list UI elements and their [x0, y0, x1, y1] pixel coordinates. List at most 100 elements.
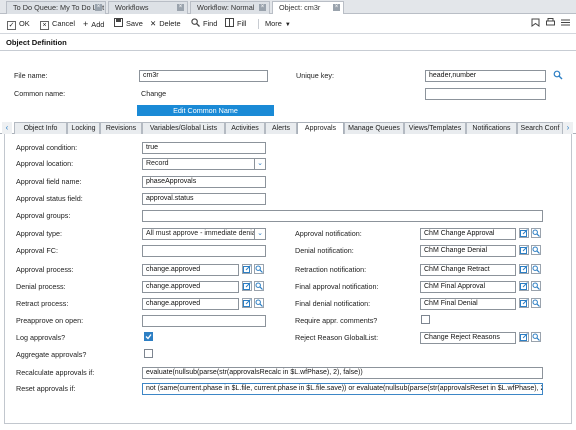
- approval-type-select[interactable]: All must approve - immediate denial ⌄: [142, 228, 266, 240]
- require-appr-comments-label: Require appr. comments?: [295, 316, 378, 325]
- more-button[interactable]: More ▼: [265, 18, 291, 30]
- edit-record-icon[interactable]: [519, 332, 529, 342]
- close-icon[interactable]: ×: [177, 4, 184, 11]
- tab-variables-global-lists[interactable]: Variables/Global Lists: [142, 122, 225, 134]
- find-button[interactable]: Find: [191, 18, 217, 30]
- approval-fc-label: Approval FC:: [16, 246, 58, 255]
- denial-notification-label: Denial notification:: [295, 246, 354, 255]
- tab-manage-queues[interactable]: Manage Queues: [344, 122, 404, 134]
- close-icon[interactable]: ×: [333, 4, 340, 11]
- retract-process-field[interactable]: change.approved: [142, 298, 239, 310]
- file-name-label: File name:: [14, 71, 48, 80]
- add-button[interactable]: + Add: [83, 18, 104, 30]
- approval-process-field[interactable]: change.approved: [142, 264, 239, 276]
- edit-record-icon[interactable]: [519, 228, 529, 238]
- search-icon[interactable]: [531, 228, 541, 238]
- approval-status-field[interactable]: approval.status: [142, 193, 266, 205]
- cancel-button[interactable]: × Cancel: [40, 18, 75, 30]
- search-icon[interactable]: [254, 281, 264, 291]
- approval-fc-field[interactable]: [142, 245, 266, 257]
- reset-approvals-field[interactable]: not (same(current.phase in $L.file, curr…: [142, 383, 543, 395]
- log-approvals-checkbox[interactable]: [144, 332, 153, 341]
- approval-field-name-field[interactable]: phaseApprovals: [142, 176, 266, 188]
- approval-notification-label: Approval notification:: [295, 229, 362, 238]
- print-icon[interactable]: [546, 18, 555, 30]
- tab-search-conf[interactable]: Search Conf: [517, 122, 563, 134]
- save-icon: [114, 18, 123, 27]
- plus-icon: +: [83, 19, 89, 29]
- window-tab-workflows[interactable]: Workflows ×: [108, 1, 188, 14]
- window-tab-workflow-normal[interactable]: Workflow: Normal ×: [190, 1, 270, 14]
- tab-views-templates[interactable]: Views/Templates: [404, 122, 466, 134]
- approval-status-field-label: Approval status field:: [16, 194, 83, 203]
- preapprove-on-open-field[interactable]: [142, 315, 266, 327]
- search-icon[interactable]: [531, 298, 541, 308]
- retraction-notification-field[interactable]: ChM Change Retract: [420, 264, 516, 276]
- check-icon: [145, 334, 152, 340]
- approval-notification-field[interactable]: ChM Change Approval: [420, 228, 516, 240]
- approval-location-label: Approval location:: [16, 159, 74, 168]
- recalculate-approvals-field[interactable]: evaluate(nullsub(parse(str(approvalsReca…: [142, 367, 543, 379]
- section-title: Object Definition: [6, 38, 67, 47]
- search-icon[interactable]: [531, 245, 541, 255]
- window-tab-object-cm3r[interactable]: Object: cm3r ×: [272, 1, 344, 15]
- unique-key-field[interactable]: header,number: [425, 70, 546, 82]
- search-icon[interactable]: [254, 264, 264, 274]
- unique-key-extra-field[interactable]: [425, 88, 546, 100]
- approval-field-name-label: Approval field name:: [16, 177, 82, 186]
- fill-button[interactable]: Fill: [225, 18, 246, 30]
- final-approval-notification-label: Final approval notification:: [295, 282, 379, 291]
- search-icon[interactable]: [531, 264, 541, 274]
- tab-object-info[interactable]: Object Info: [14, 122, 67, 134]
- tab-activities[interactable]: Activities: [225, 122, 265, 134]
- check-icon: ✓: [7, 21, 16, 30]
- edit-record-icon[interactable]: [519, 245, 529, 255]
- approval-location-value: Record: [146, 160, 169, 167]
- approval-groups-label: Approval groups:: [16, 211, 71, 220]
- fill-label: Fill: [237, 19, 247, 28]
- unique-key-search-icon[interactable]: [553, 70, 563, 80]
- save-button[interactable]: Save: [114, 18, 143, 30]
- edit-record-icon[interactable]: [242, 281, 252, 291]
- tab-revisions[interactable]: Revisions: [100, 122, 142, 134]
- edit-record-icon[interactable]: [519, 298, 529, 308]
- aggregate-approvals-checkbox[interactable]: [144, 349, 153, 358]
- close-icon[interactable]: ×: [95, 4, 102, 11]
- approval-groups-field[interactable]: [142, 210, 543, 222]
- approval-condition-label: Approval condition:: [16, 143, 78, 152]
- window-tab-todo-queue[interactable]: To Do Queue: My To Do List ×: [6, 1, 106, 14]
- final-denial-notification-field[interactable]: ChM Final Denial: [420, 298, 516, 310]
- approval-condition-field[interactable]: true: [142, 142, 266, 154]
- tabs-scroll-right-icon[interactable]: ›: [563, 122, 573, 134]
- edit-record-icon[interactable]: [519, 264, 529, 274]
- ok-button[interactable]: ✓ OK: [7, 18, 30, 30]
- final-approval-notification-field[interactable]: ChM Final Approval: [420, 281, 516, 293]
- search-icon[interactable]: [531, 332, 541, 342]
- edit-record-icon[interactable]: [242, 264, 252, 274]
- common-name-label: Common name:: [14, 89, 66, 98]
- bookmark-icon[interactable]: [531, 18, 540, 30]
- aggregate-approvals-label: Aggregate approvals?: [16, 350, 87, 359]
- reject-reason-globallist-field[interactable]: Change Reject Reasons: [420, 332, 516, 344]
- tabs-scroll-left-icon[interactable]: ‹: [2, 122, 12, 134]
- delete-label: Delete: [159, 19, 181, 28]
- search-icon[interactable]: [531, 281, 541, 291]
- fill-icon: [225, 18, 234, 27]
- edit-record-icon[interactable]: [519, 281, 529, 291]
- tab-alerts[interactable]: Alerts: [265, 122, 297, 134]
- edit-record-icon[interactable]: [242, 298, 252, 308]
- tab-label: Workflow: Normal: [197, 3, 255, 12]
- tab-notifications[interactable]: Notifications: [466, 122, 517, 134]
- search-icon: [191, 18, 200, 27]
- file-name-field[interactable]: cm3r: [139, 70, 268, 82]
- search-icon[interactable]: [254, 298, 264, 308]
- require-appr-comments-checkbox[interactable]: [421, 315, 430, 324]
- approval-location-select[interactable]: Record ⌄: [142, 158, 266, 170]
- menu-icon[interactable]: [561, 18, 570, 30]
- edit-common-name-button[interactable]: Edit Common Name: [137, 105, 274, 116]
- denial-process-field[interactable]: change.approved: [142, 281, 239, 293]
- tab-locking[interactable]: Locking: [67, 122, 100, 134]
- denial-notification-field[interactable]: ChM Change Denial: [420, 245, 516, 257]
- delete-button[interactable]: ✕ Delete: [150, 18, 181, 30]
- close-icon[interactable]: ×: [259, 4, 266, 11]
